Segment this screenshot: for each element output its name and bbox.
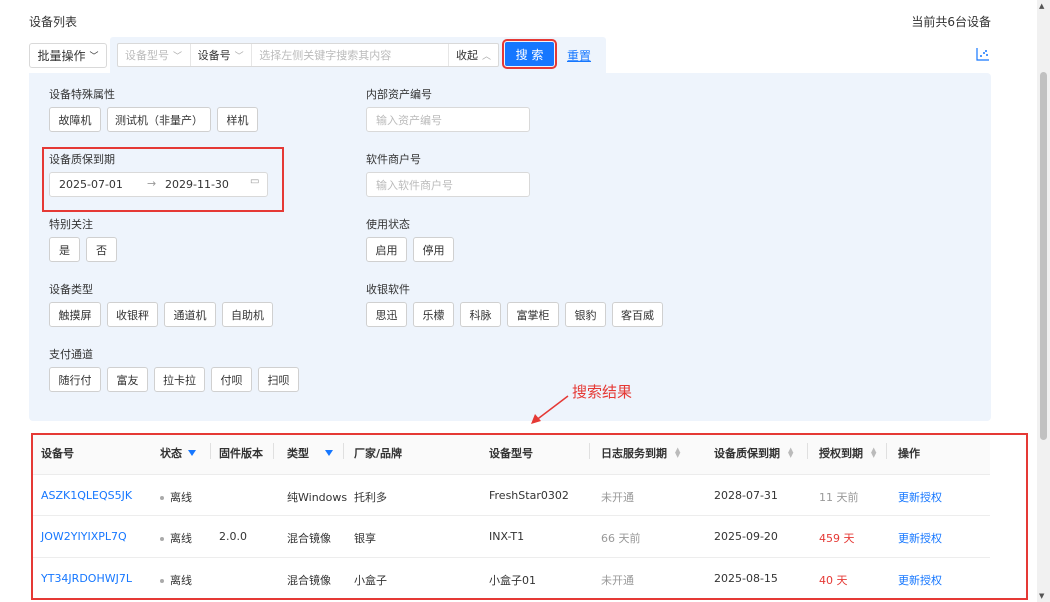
filter-option[interactable]: 思迅 — [366, 302, 407, 327]
filter-option[interactable]: 自助机 — [222, 302, 273, 327]
search-field-model-select[interactable]: 设备型号 ﹀ — [118, 44, 191, 66]
scroll-down-icon[interactable]: ▼ — [1039, 592, 1044, 600]
pos-software-label: 收银软件 — [366, 283, 410, 296]
filter-option[interactable]: 否 — [86, 237, 117, 262]
filter-option[interactable]: 停用 — [413, 237, 454, 262]
page-title: 设备列表 — [29, 15, 78, 29]
filter-option[interactable]: 付呗 — [211, 367, 252, 392]
device-type-label: 设备类型 — [49, 283, 93, 296]
highlight-box-results — [31, 433, 1028, 600]
calendar-icon[interactable]: ▭ — [250, 176, 259, 187]
chevron-up-icon: ︿ — [481, 51, 491, 62]
special-focus-label: 特别关注 — [49, 218, 93, 231]
reset-link[interactable]: 重置 — [567, 47, 591, 64]
filter-option[interactable]: 科脉 — [460, 302, 501, 327]
filter-option[interactable]: 富友 — [107, 367, 148, 392]
search-box: 设备型号 ﹀ 设备号 ﹀ 选择左侧关键字搜索其内容 收起 ︿ — [117, 43, 499, 67]
batch-actions-label: 批量操作 — [37, 49, 86, 63]
filter-option[interactable]: 是 — [49, 237, 80, 262]
chart-icon[interactable] — [976, 47, 990, 61]
batch-actions-button[interactable]: 批量操作 ﹀ — [29, 43, 107, 68]
filter-option[interactable]: 银豹 — [565, 302, 606, 327]
chevron-down-icon: ﹀ — [89, 52, 99, 62]
scroll-up-icon[interactable]: ▲ — [1039, 2, 1044, 10]
asset-no-input[interactable]: 输入资产编号 — [366, 107, 530, 132]
filter-option[interactable]: 启用 — [366, 237, 407, 262]
annotation-arrow — [531, 395, 569, 424]
search-input[interactable]: 选择左侧关键字搜索其内容 — [252, 44, 449, 66]
scrollbar-thumb[interactable] — [1040, 72, 1047, 440]
software-merchant-label: 软件商户号 — [366, 153, 421, 166]
filter-option[interactable]: 乐檬 — [413, 302, 454, 327]
usage-status-label: 使用状态 — [366, 218, 410, 231]
arrow-right-icon: → — [147, 177, 157, 190]
filter-option[interactable]: 扫呗 — [258, 367, 299, 392]
warranty-start[interactable]: 2025-07-01 — [59, 178, 123, 191]
filter-option[interactable]: 通道机 — [164, 302, 216, 327]
filter-option[interactable]: 随行付 — [49, 367, 101, 392]
asset-no-label: 内部资产编号 — [366, 88, 432, 101]
filter-option[interactable]: 测试机（非量产） — [107, 107, 211, 132]
warranty-label: 设备质保到期 — [49, 153, 115, 166]
special-attr-label: 设备特殊属性 — [49, 88, 115, 101]
device-count: 当前共6台设备 — [911, 15, 991, 29]
collapse-toggle[interactable]: 收起 ︿ — [449, 44, 498, 66]
filter-option[interactable]: 收银秤 — [107, 302, 158, 327]
payment-channel-label: 支付通道 — [49, 348, 93, 361]
filter-option[interactable]: 客百威 — [612, 302, 663, 327]
search-button[interactable]: 搜 索 — [502, 39, 557, 69]
filter-option[interactable]: 富掌柜 — [507, 302, 559, 327]
chevron-down-icon: ﹀ — [173, 51, 183, 62]
filter-option[interactable]: 触摸屏 — [49, 302, 101, 327]
warranty-end[interactable]: 2029-11-30 — [165, 178, 229, 191]
chevron-down-icon: ﹀ — [234, 51, 244, 62]
filter-option[interactable]: 拉卡拉 — [154, 367, 205, 392]
software-merchant-input[interactable]: 输入软件商户号 — [366, 172, 530, 197]
filter-option[interactable]: 故障机 — [49, 107, 101, 132]
filter-option[interactable]: 样机 — [217, 107, 258, 132]
search-field-device-select[interactable]: 设备号 ﹀ — [191, 44, 253, 66]
search-result-annotation: 搜索结果 — [572, 383, 633, 401]
